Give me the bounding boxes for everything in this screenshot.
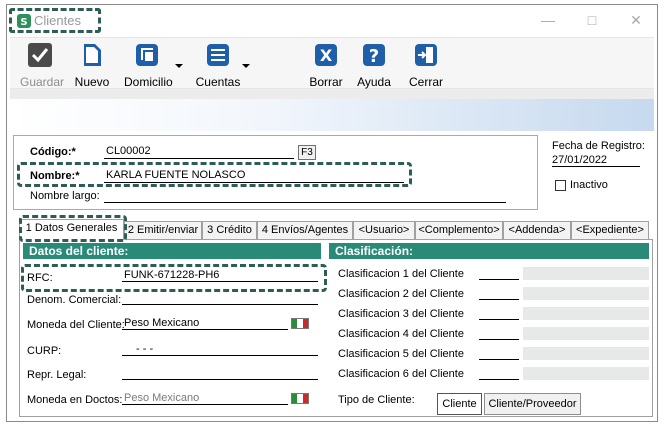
clasificacion-1-desc <box>523 267 649 280</box>
checkmark-icon <box>28 43 52 67</box>
delete-x-icon: X <box>315 44 337 66</box>
clasificacion-3-desc <box>523 307 649 320</box>
domicilio-label: Domicilio <box>124 75 173 89</box>
guardar-button[interactable]: Guardar <box>20 42 65 89</box>
cerrar-button[interactable]: Cerrar <box>408 42 444 89</box>
clasificacion-2-desc <box>523 287 649 300</box>
help-question-icon: ? <box>363 44 385 67</box>
cerrar-label: Cerrar <box>408 75 443 89</box>
toolbar: Guardar Nuevo Domicilio Cuentas X Borrar… <box>10 37 654 89</box>
tab-complemento[interactable]: <Complemento> <box>415 221 503 239</box>
tipo-cliente-proveedor-button[interactable]: Cliente/Proveedor <box>484 393 581 415</box>
tab-usuario[interactable]: <Usuario> <box>353 221 415 239</box>
moneda-cliente-field[interactable]: Peso Mexicano <box>122 317 288 330</box>
nombre-largo-label: Nombre largo: <box>30 190 100 202</box>
domicilio-dropdown-arrow-icon[interactable] <box>175 64 183 68</box>
clasificacion-6-desc <box>523 367 649 380</box>
tab-emitir-enviar[interactable]: 2 Emitir/enviar <box>124 221 202 239</box>
nombre-largo-field[interactable] <box>104 189 506 203</box>
clasificacion-1-code[interactable] <box>479 267 519 280</box>
address-book-icon <box>136 44 158 66</box>
moneda-doctos-field[interactable]: Peso Mexicano <box>122 392 288 405</box>
tab-envios-agentes[interactable]: 4 Envíos/Agentes <box>257 221 353 239</box>
clasificacion-4-desc <box>523 327 649 340</box>
moneda-doctos-label: Moneda en Doctos: <box>27 394 123 406</box>
new-document-icon <box>84 44 101 66</box>
tipo-cliente-label: Tipo de Cliente: <box>338 394 415 406</box>
clasificacion-2-label: Clasificacion 2 del Cliente <box>338 288 464 300</box>
clasificacion-header: Clasificación: <box>329 243 649 259</box>
guardar-label: Guardar <box>20 75 65 89</box>
ayuda-button[interactable]: ? Ayuda <box>356 42 392 89</box>
maximize-icon[interactable]: □ <box>585 13 599 27</box>
borrar-button[interactable]: X Borrar <box>308 42 344 89</box>
curp-field[interactable]: - - - <box>122 343 318 356</box>
clasificacion-3-code[interactable] <box>479 307 519 320</box>
tab-credito[interactable]: 3 Crédito <box>202 221 257 239</box>
codigo-label: Código:* <box>30 146 76 158</box>
fecha-registro-field[interactable]: 27/01/2022 <box>552 154 640 167</box>
denom-comercial-field[interactable] <box>122 292 318 305</box>
svg-text:X: X <box>320 46 333 65</box>
ayuda-label: Ayuda <box>357 75 391 89</box>
nuevo-button[interactable]: Nuevo <box>70 42 114 89</box>
title-highlight-box <box>9 8 101 33</box>
fecha-registro-label: Fecha de Registro: <box>552 140 645 152</box>
close-icon[interactable]: ✕ <box>629 13 643 27</box>
exit-door-icon <box>415 44 437 66</box>
clasificacion-6-code[interactable] <box>479 367 519 380</box>
tab-highlight-box <box>19 215 127 242</box>
borrar-label: Borrar <box>309 75 343 89</box>
minimize-icon[interactable]: — <box>541 13 555 27</box>
clasificacion-5-label: Clasificacion 5 del Cliente <box>338 348 464 360</box>
datos-cliente-header: Datos del cliente: <box>23 243 321 259</box>
domicilio-button[interactable]: Domicilio <box>124 42 173 89</box>
clasificacion-5-desc <box>523 347 649 360</box>
cuentas-label: Cuentas <box>195 75 241 89</box>
curp-label: CURP: <box>27 345 62 357</box>
inactivo-checkbox[interactable] <box>555 180 566 191</box>
f3-lookup-button[interactable]: F3 <box>298 145 316 160</box>
clasificacion-2-code[interactable] <box>479 287 519 300</box>
mexico-flag-icon-doctos[interactable] <box>291 393 309 404</box>
tab-addenda[interactable]: <Addenda> <box>503 221 571 239</box>
accounts-list-icon <box>207 44 229 66</box>
nombre-highlight-box <box>17 162 412 187</box>
inactivo-label: Inactivo <box>570 179 608 191</box>
svg-text:?: ? <box>369 46 379 67</box>
header-gradient-strip <box>10 99 654 131</box>
clasificacion-4-label: Clasificacion 4 del Cliente <box>338 328 464 340</box>
toolbar-divider <box>10 89 654 99</box>
denom-comercial-label: Denom. Comercial: <box>27 294 122 306</box>
clasificacion-3-label: Clasificacion 3 del Cliente <box>338 308 464 320</box>
tipo-cliente-button[interactable]: Cliente <box>437 393 482 415</box>
cuentas-dropdown-arrow-icon[interactable] <box>242 64 250 68</box>
moneda-cliente-label: Moneda del Cliente: <box>27 319 125 331</box>
cuentas-button[interactable]: Cuentas <box>194 42 242 89</box>
clasificacion-6-label: Clasificacion 6 del Cliente <box>338 368 464 380</box>
clasificacion-4-code[interactable] <box>479 327 519 340</box>
nuevo-label: Nuevo <box>74 75 110 89</box>
clasificacion-1-label: Clasificacion 1 del Cliente <box>338 268 464 280</box>
repr-legal-field[interactable] <box>122 367 318 380</box>
clasificacion-5-code[interactable] <box>479 347 519 360</box>
title-bar: S Clientes — □ ✕ <box>7 5 657 35</box>
rfc-highlight-box <box>21 264 327 292</box>
clientes-window: S Clientes — □ ✕ Guardar Nuevo Domicilio… <box>6 4 658 422</box>
mexico-flag-icon[interactable] <box>291 318 309 329</box>
tab-expediente[interactable]: <Expediente> <box>571 221 649 239</box>
codigo-field[interactable]: CL00002 <box>104 145 294 159</box>
repr-legal-label: Repr. Legal: <box>27 369 87 381</box>
